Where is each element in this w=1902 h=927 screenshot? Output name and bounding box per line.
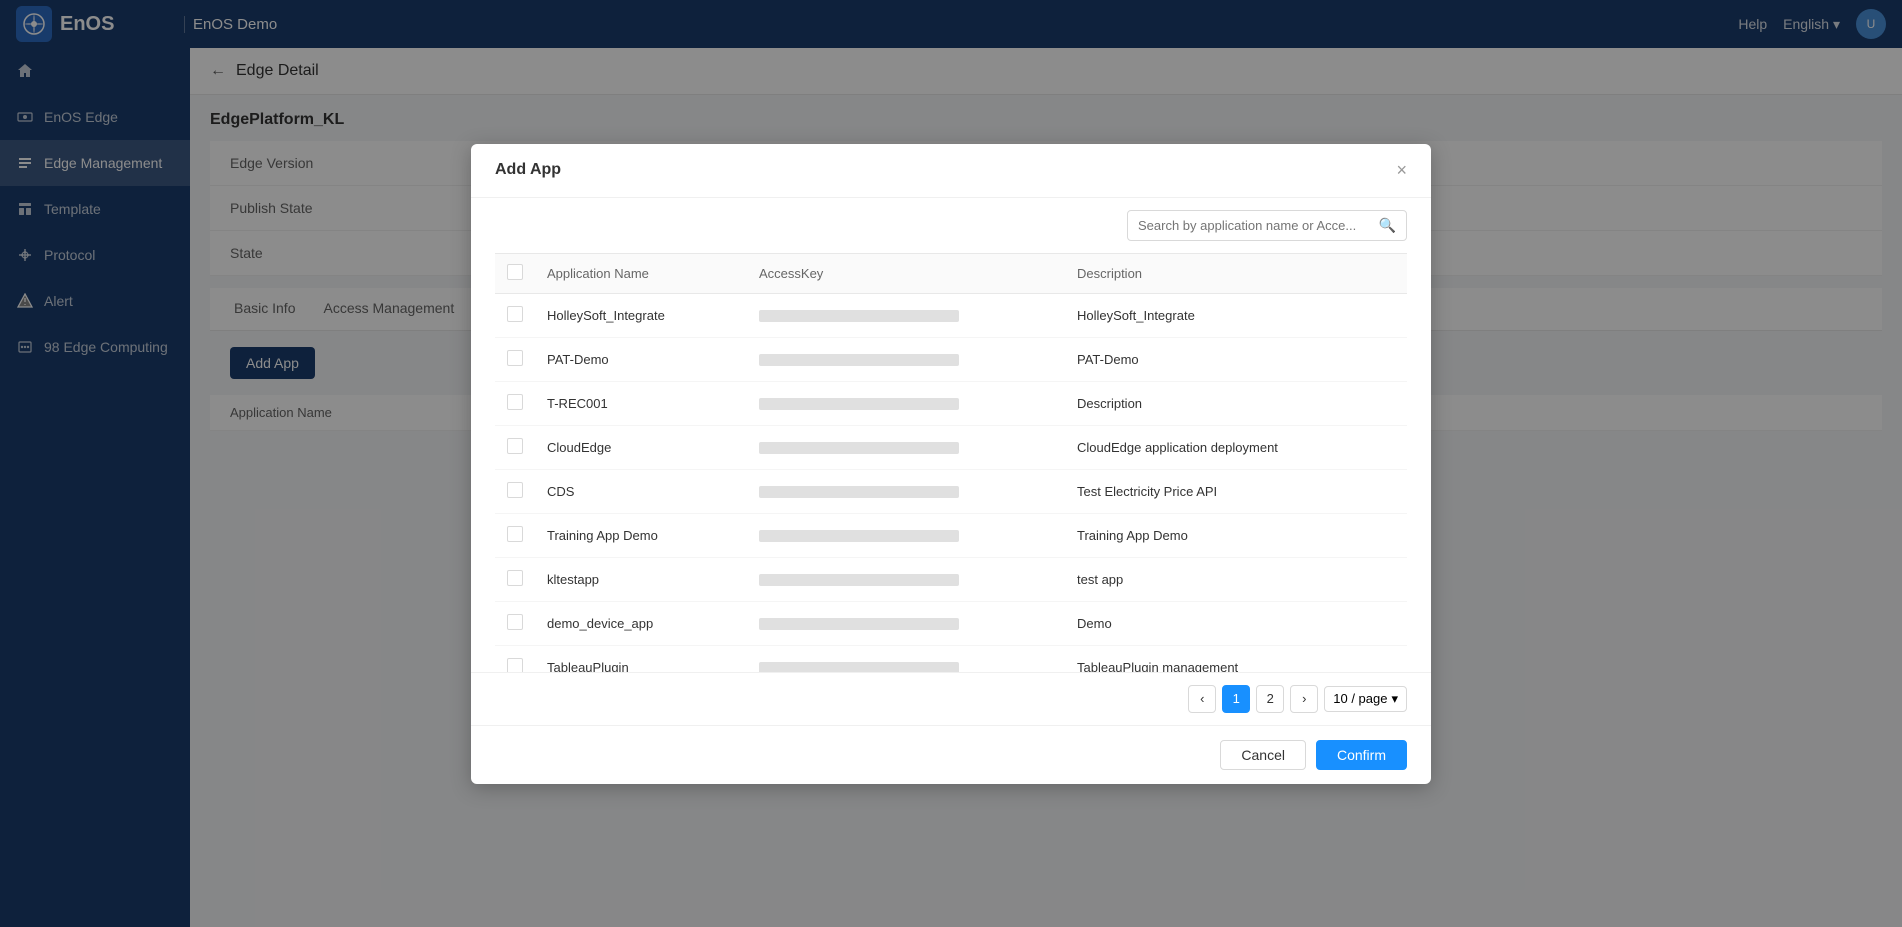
row-accesskey-0 [759, 308, 1077, 323]
table-row: PAT-Demo PAT-Demo [495, 338, 1407, 382]
row-appname-3: CloudEdge [547, 440, 759, 455]
row-checkbox-7[interactable] [507, 614, 523, 630]
modal-header: Add App × [471, 144, 1431, 198]
th-appname: Application Name [547, 266, 759, 281]
row-checkbox-5[interactable] [507, 526, 523, 542]
cancel-button[interactable]: Cancel [1220, 740, 1306, 770]
confirm-button[interactable]: Confirm [1316, 740, 1407, 770]
row-accesskey-5 [759, 528, 1077, 543]
row-checkbox-2[interactable] [507, 394, 523, 410]
row-desc-5: Training App Demo [1077, 528, 1395, 543]
search-icon: 🔍 [1379, 217, 1396, 234]
row-accesskey-1 [759, 352, 1077, 367]
modal-pagination: ‹ 1 2 › 10 / page ▾ [471, 672, 1431, 725]
row-checkbox-6[interactable] [507, 570, 523, 586]
row-accesskey-7 [759, 616, 1077, 631]
table-row: kltestapp test app [495, 558, 1407, 602]
per-page-label: 10 / page [1333, 691, 1387, 706]
row-desc-1: PAT-Demo [1077, 352, 1395, 367]
row-checkbox-4[interactable] [507, 482, 523, 498]
search-box: 🔍 [1127, 210, 1407, 241]
row-checkbox-0[interactable] [507, 306, 523, 322]
blurred-key-1 [759, 354, 959, 366]
row-checkbox-3[interactable] [507, 438, 523, 454]
row-accesskey-2 [759, 396, 1077, 411]
row-accesskey-3 [759, 440, 1077, 455]
blurred-key-0 [759, 310, 959, 322]
pagination-page-1[interactable]: 1 [1222, 685, 1250, 713]
th-checkbox [507, 264, 547, 283]
table-row: CloudEdge CloudEdge application deployme… [495, 426, 1407, 470]
modal-title: Add App [495, 161, 561, 179]
row-appname-4: CDS [547, 484, 759, 499]
row-appname-6: kltestapp [547, 572, 759, 587]
row-desc-6: test app [1077, 572, 1395, 587]
modal-close-button[interactable]: × [1396, 160, 1407, 181]
row-accesskey-4 [759, 484, 1077, 499]
table-header-row: Application Name AccessKey Description [495, 253, 1407, 294]
per-page-chevron-icon: ▾ [1391, 691, 1398, 707]
row-appname-0: HolleySoft_Integrate [547, 308, 759, 323]
table-row: TableauPlugin TableauPlugin management [495, 646, 1407, 672]
row-accesskey-6 [759, 572, 1077, 587]
blurred-key-4 [759, 486, 959, 498]
per-page-select[interactable]: 10 / page ▾ [1324, 686, 1407, 712]
modal-table-body: HolleySoft_Integrate HolleySoft_Integrat… [495, 294, 1407, 672]
blurred-key-6 [759, 574, 959, 586]
blurred-key-7 [759, 618, 959, 630]
table-row: T-REC001 Description [495, 382, 1407, 426]
select-all-checkbox[interactable] [507, 264, 523, 280]
th-description: Description [1077, 266, 1395, 281]
pagination-page-2[interactable]: 2 [1256, 685, 1284, 713]
th-accesskey: AccessKey [759, 266, 1077, 281]
add-app-modal: Add App × 🔍 Application Name AccessKey D… [471, 144, 1431, 784]
row-checkbox-1[interactable] [507, 350, 523, 366]
pagination-next[interactable]: › [1290, 685, 1318, 713]
row-desc-0: HolleySoft_Integrate [1077, 308, 1395, 323]
row-desc-2: Description [1077, 396, 1395, 411]
row-accesskey-8 [759, 660, 1077, 672]
table-row: demo_device_app Demo [495, 602, 1407, 646]
modal-footer: Cancel Confirm [471, 725, 1431, 784]
blurred-key-5 [759, 530, 959, 542]
row-desc-7: Demo [1077, 616, 1395, 631]
row-desc-4: Test Electricity Price API [1077, 484, 1395, 499]
row-desc-3: CloudEdge application deployment [1077, 440, 1395, 455]
row-appname-5: Training App Demo [547, 528, 759, 543]
row-appname-2: T-REC001 [547, 396, 759, 411]
row-checkbox-8[interactable] [507, 658, 523, 672]
search-input[interactable] [1138, 218, 1379, 233]
blurred-key-2 [759, 398, 959, 410]
row-appname-7: demo_device_app [547, 616, 759, 631]
pagination-prev[interactable]: ‹ [1188, 685, 1216, 713]
table-row: Training App Demo Training App Demo [495, 514, 1407, 558]
blurred-key-8 [759, 662, 959, 671]
modal-table: Application Name AccessKey Description H… [471, 253, 1431, 672]
row-desc-8: TableauPlugin management [1077, 660, 1395, 672]
blurred-key-3 [759, 442, 959, 454]
table-row: CDS Test Electricity Price API [495, 470, 1407, 514]
row-appname-1: PAT-Demo [547, 352, 759, 367]
modal-search-row: 🔍 [471, 198, 1431, 253]
table-row: HolleySoft_Integrate HolleySoft_Integrat… [495, 294, 1407, 338]
row-appname-8: TableauPlugin [547, 660, 759, 672]
